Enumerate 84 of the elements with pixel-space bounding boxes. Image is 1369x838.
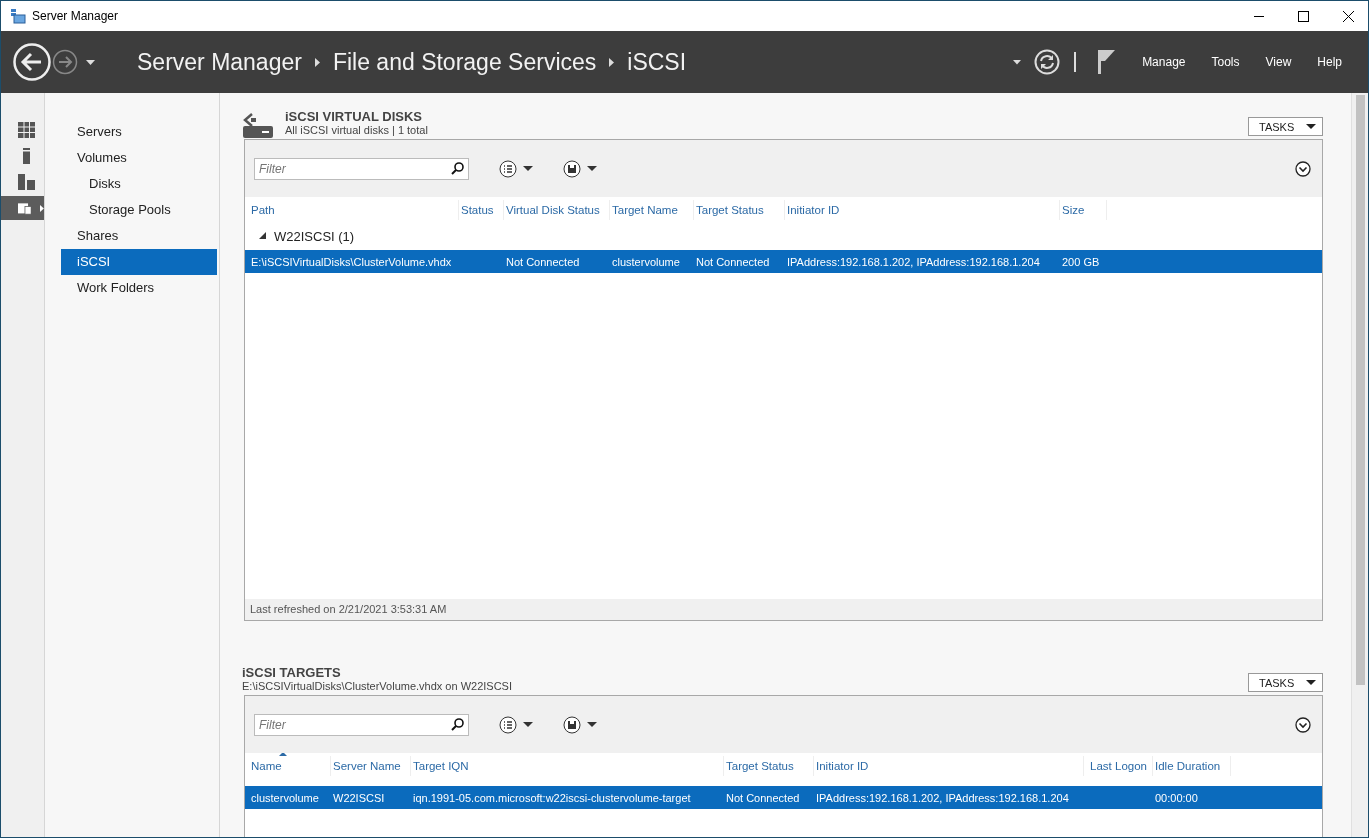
column-header[interactable]: Size [1060, 199, 1107, 220]
nav-item[interactable]: Servers [61, 119, 217, 145]
table-cell: Not Connected [506, 255, 580, 268]
tasks-button[interactable]: TASKS [1248, 117, 1323, 136]
search-icon [451, 161, 464, 175]
column-header[interactable]: Target Status [694, 199, 785, 220]
column-header[interactable]: Initiator ID [814, 755, 1084, 776]
flag-icon[interactable] [1098, 50, 1116, 74]
filter-field[interactable]: Filter [254, 157, 469, 180]
tasks-button[interactable]: TASKS [1248, 673, 1323, 692]
save-icon[interactable] [563, 715, 581, 734]
column-header[interactable]: Initiator ID [785, 199, 1060, 220]
caret-icon[interactable] [86, 59, 95, 65]
menu-item[interactable]: Manage [1142, 55, 1186, 69]
table-cell: iqn.1991-05.com.microsoft:w22iscsi-clustervolume-target [413, 791, 691, 804]
column-header[interactable]: Last Logon [1084, 755, 1153, 776]
table-row[interactable]: E:\iSCSIVirtualDisks\ClusterVolume.vhdx Not Connected clustervolume Not Connected IPAddress:192.168.1.202, IPAddress:192.168.1.204 200 GB [245, 250, 1322, 273]
breadcrumb-item[interactable]: Server Manager [137, 48, 302, 76]
caret-icon[interactable] [587, 722, 597, 727]
caret-icon[interactable] [587, 166, 597, 171]
scrollbar-thumb[interactable] [1355, 95, 1365, 685]
table-cell: 200 GB [1062, 255, 1100, 268]
breadcrumb-separator-icon [609, 57, 615, 67]
close-icon[interactable] [1343, 10, 1354, 22]
caret-icon[interactable] [523, 166, 533, 171]
window-title: Server Manager [32, 9, 120, 23]
table-cell: W22ISCSI [333, 791, 385, 804]
column-header[interactable]: Target Name [610, 199, 694, 220]
breadcrumb-separator-icon [314, 57, 320, 67]
list-options-icon[interactable] [499, 715, 517, 734]
column-header[interactable]: Target Status [724, 755, 814, 776]
section-title: iSCSI TARGETS [242, 665, 342, 680]
section-subtitle: All iSCSI virtual disks | 1 total [285, 124, 429, 136]
caret-icon[interactable] [523, 722, 533, 727]
expand-icon[interactable] [1295, 716, 1311, 733]
app-icon [10, 8, 26, 24]
status-text: Last refreshed on 2/21/2021 3:53:31 AM [245, 599, 1322, 620]
table-cell: Not Connected [696, 255, 770, 268]
nav-item[interactable]: Shares [61, 223, 217, 249]
list-options-icon[interactable] [499, 159, 517, 178]
nav-item[interactable]: iSCSI [61, 249, 217, 275]
column-header[interactable]: Path [249, 199, 459, 220]
nav-item[interactable]: Work Folders [61, 275, 217, 301]
forward-button-icon[interactable] [52, 49, 78, 75]
storage-icon [18, 200, 32, 216]
group-toggle-icon[interactable] [259, 232, 266, 240]
table-cell: clustervolume [612, 255, 680, 268]
nav-item[interactable]: Storage Pools [61, 197, 217, 223]
table-cell: 00:00:00 [1155, 791, 1198, 804]
column-header[interactable]: Idle Duration [1153, 755, 1231, 776]
nav-item[interactable]: Disks [61, 171, 217, 197]
save-icon[interactable] [563, 159, 581, 178]
column-header[interactable]: Virtual Disk Status [504, 199, 610, 220]
caret-icon [1306, 124, 1316, 129]
table-cell: E:\iSCSIVirtualDisks\ClusterVolume.vhdx [251, 255, 452, 268]
filter-field[interactable]: Filter [254, 713, 469, 736]
section-subtitle: E:\iSCSIVirtualDisks\ClusterVolume.vhdx on W22ISCSI [242, 680, 513, 692]
nav-item[interactable]: Volumes [61, 145, 217, 171]
table-cell: clustervolume [251, 791, 319, 804]
expand-icon[interactable] [1295, 160, 1311, 177]
menu-item[interactable]: Tools [1211, 55, 1240, 69]
servers-icon [18, 174, 35, 190]
menu-item[interactable]: Help [1317, 55, 1342, 69]
rail-item[interactable] [1, 196, 44, 220]
back-button-icon[interactable] [13, 43, 51, 81]
search-icon [451, 717, 464, 731]
column-header[interactable]: Status [459, 199, 504, 220]
column-header[interactable]: Target IQN [411, 755, 724, 776]
menu-item[interactable]: View [1265, 55, 1292, 69]
breadcrumb-item[interactable]: iSCSI [627, 48, 687, 76]
caret-icon[interactable] [1013, 59, 1022, 65]
column-header[interactable]: Server Name [331, 755, 411, 776]
table-cell: Not Connected [726, 791, 800, 804]
maximize-icon[interactable] [1298, 10, 1309, 22]
breadcrumb-item[interactable]: File and Storage Services [332, 48, 597, 76]
column-header[interactable]: Name [249, 755, 331, 776]
table-cell: IPAddress:192.168.1.202, IPAddress:192.168.1.204 [787, 255, 1040, 268]
dashboard-icon [18, 122, 35, 138]
section-title: iSCSI VIRTUAL DISKS [285, 109, 423, 124]
refresh-icon[interactable] [1034, 49, 1061, 75]
table-row[interactable]: clustervolume W22ISCSI iqn.1991-05.com.microsoft:w22iscsi-clustervolume-target Not Connected IPAddress:192.168.1.202, IPAddress:192.168.1.204 00:00:00 [245, 786, 1322, 809]
caret-icon [1306, 680, 1316, 685]
table-cell: IPAddress:192.168.1.202, IPAddress:192.168.1.204 [816, 791, 1069, 804]
group-header: W22ISCSI (1) [274, 228, 355, 244]
